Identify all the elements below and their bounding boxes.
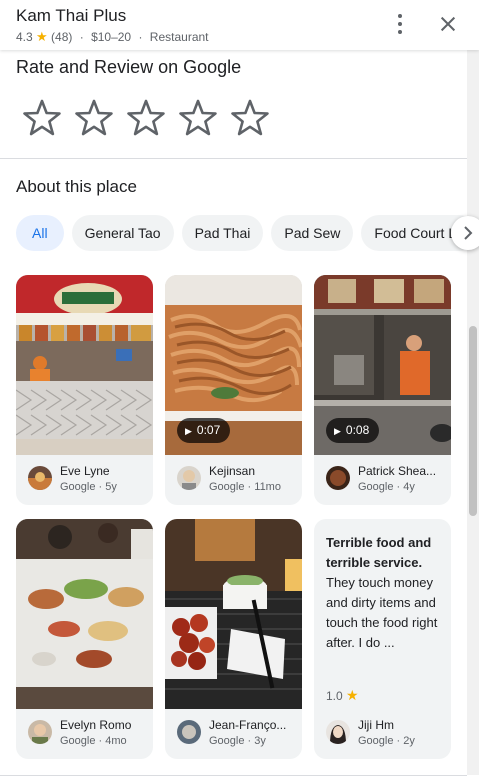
chip-pad-thai[interactable]: Pad Thai bbox=[181, 215, 264, 251]
photo-card[interactable]: Eve Lyne Google · 5y bbox=[16, 275, 153, 505]
topic-chips: All General Tao Pad Thai Pad Sew Food Co… bbox=[16, 215, 467, 251]
star-2-button[interactable] bbox=[74, 98, 114, 138]
avatar[interactable] bbox=[326, 720, 350, 744]
star-icon: ★ bbox=[346, 687, 359, 703]
general-tao-photo[interactable] bbox=[165, 519, 302, 709]
photo-author[interactable]: Kejinsan Google · 11mo bbox=[165, 455, 302, 505]
separator: · bbox=[138, 30, 143, 44]
play-icon: ▶ bbox=[334, 426, 341, 436]
avatar[interactable] bbox=[28, 466, 52, 490]
author-meta: Google · 11mo bbox=[209, 481, 281, 493]
video-card[interactable]: ▶ 0:07 Kejinsan Google · 11mo bbox=[165, 275, 302, 505]
more-options-icon[interactable] bbox=[388, 12, 412, 36]
photo-author[interactable]: Eve Lyne Google · 5y bbox=[16, 455, 153, 505]
noodles-video[interactable]: ▶ 0:07 bbox=[165, 275, 302, 455]
scrollbar[interactable] bbox=[467, 50, 479, 775]
author-meta: Google · 2y bbox=[358, 735, 415, 747]
photo-card[interactable]: Evelyn Romo Google · 4mo bbox=[16, 519, 153, 759]
play-icon: ▶ bbox=[185, 426, 192, 436]
author-name[interactable]: Jean-Franço... bbox=[209, 718, 299, 732]
star-icon: ★ bbox=[36, 29, 48, 44]
avatar[interactable] bbox=[177, 720, 201, 744]
author-meta: Google · 5y bbox=[60, 481, 117, 493]
chips-next-button[interactable] bbox=[451, 216, 479, 250]
close-icon[interactable] bbox=[436, 12, 460, 36]
chevron-right-icon bbox=[464, 226, 473, 240]
review-count[interactable]: (48) bbox=[51, 30, 72, 44]
bottom-divider bbox=[0, 775, 467, 776]
review-rating: 1.0 ★ bbox=[326, 687, 359, 703]
author-name[interactable]: Kejinsan bbox=[209, 464, 299, 478]
star-5-button[interactable] bbox=[230, 98, 270, 138]
scrollbar-thumb[interactable] bbox=[469, 326, 477, 516]
avatar[interactable] bbox=[326, 466, 350, 490]
star-4-button[interactable] bbox=[178, 98, 218, 138]
review-headline: Terrible food and terrible service. bbox=[326, 535, 432, 570]
kitchen-video[interactable]: ▶ 0:08 bbox=[314, 275, 451, 455]
section-divider bbox=[0, 158, 467, 159]
video-duration-badge: ▶ 0:08 bbox=[326, 418, 380, 443]
avatar[interactable] bbox=[28, 720, 52, 744]
photo-author[interactable]: Patrick Shea... Google · 4y bbox=[314, 455, 451, 505]
review-text[interactable]: Terrible food and terrible service. They… bbox=[326, 533, 441, 653]
video-card[interactable]: ▶ 0:08 Patrick Shea... Google · 4y bbox=[314, 275, 451, 505]
author-name[interactable]: Eve Lyne bbox=[60, 464, 150, 478]
author-meta: Google · 4y bbox=[358, 481, 415, 493]
review-body: They touch money and dirty items and tou… bbox=[326, 575, 438, 650]
star-1-button[interactable] bbox=[22, 98, 62, 138]
author-name[interactable]: Patrick Shea... bbox=[358, 464, 448, 478]
dinner-table-photo[interactable] bbox=[16, 519, 153, 709]
chip-pad-sew[interactable]: Pad Sew bbox=[271, 215, 354, 251]
chip-general-tao[interactable]: General Tao bbox=[71, 215, 174, 251]
author-meta: Google · 4mo bbox=[60, 735, 127, 747]
star-rating-input[interactable] bbox=[22, 98, 270, 138]
food-court-photo[interactable] bbox=[16, 275, 153, 455]
about-title: About this place bbox=[16, 177, 137, 196]
place-title: Kam Thai Plus bbox=[16, 6, 127, 25]
photo-author[interactable]: Evelyn Romo Google · 4mo bbox=[16, 709, 153, 759]
author-name[interactable]: Evelyn Romo bbox=[60, 718, 150, 732]
place-meta: 4.3 ★ (48) · $10–20 · Restaurant bbox=[16, 29, 209, 45]
place-category: Restaurant bbox=[149, 30, 209, 44]
avatar[interactable] bbox=[177, 466, 201, 490]
price-range: $10–20 bbox=[91, 30, 132, 44]
place-header: Kam Thai Plus 4.3 ★ (48) · $10–20 · Rest… bbox=[0, 0, 479, 50]
chip-all[interactable]: All bbox=[16, 215, 64, 251]
star-3-button[interactable] bbox=[126, 98, 166, 138]
photo-author[interactable]: Jean-Franço... Google · 3y bbox=[165, 709, 302, 759]
author-meta: Google · 3y bbox=[209, 735, 266, 747]
review-author[interactable]: Jiji Hm Google · 2y bbox=[314, 709, 451, 759]
author-name[interactable]: Jiji Hm bbox=[358, 718, 448, 732]
rate-review-title: Rate and Review on Google bbox=[16, 57, 242, 77]
photo-card[interactable]: Jean-Franço... Google · 3y bbox=[165, 519, 302, 759]
separator: · bbox=[79, 30, 84, 44]
rating-value: 4.3 bbox=[16, 30, 33, 44]
video-duration-badge: ▶ 0:07 bbox=[177, 418, 231, 443]
review-card[interactable]: Terrible food and terrible service. They… bbox=[314, 519, 451, 759]
